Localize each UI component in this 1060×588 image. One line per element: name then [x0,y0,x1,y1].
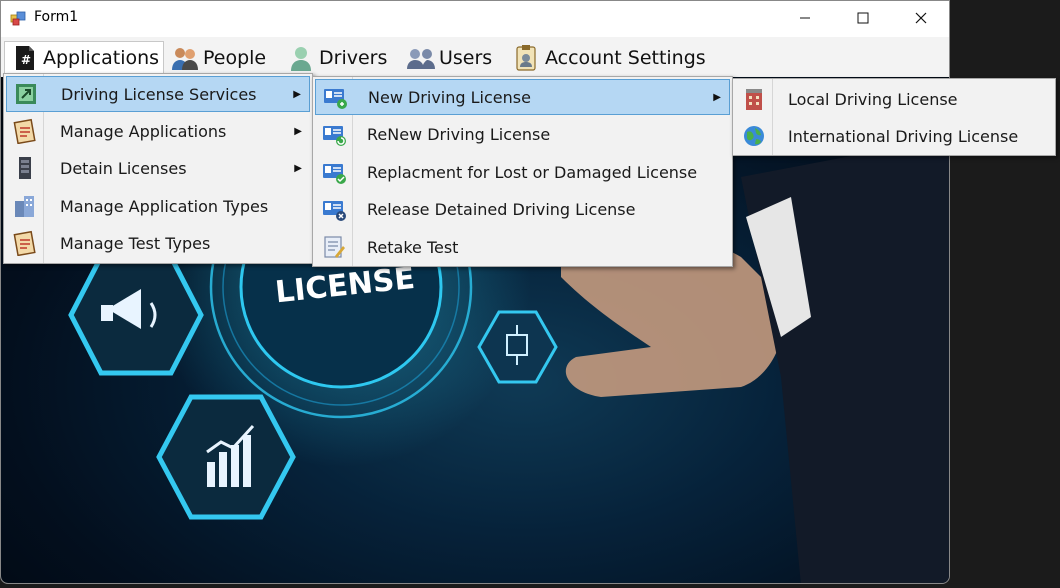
menu-people[interactable]: People [171,41,266,74]
menu-item-label: Retake Test [367,237,459,257]
submenu-arrow-icon: ▶ [294,162,302,174]
users-icon [407,44,435,72]
license-card-icon [323,201,346,221]
menu-account-settings[interactable]: Account Settings [513,41,706,74]
menu-item-label: Release Detained Driving License [367,199,636,219]
svg-text:#: # [21,53,31,67]
close-button[interactable] [892,1,949,35]
menu-item-release-detained-license[interactable]: Release Detained Driving License [315,191,730,227]
maximize-button[interactable] [834,1,892,35]
menu-users[interactable]: Users [407,41,492,74]
app-icon [10,11,26,26]
services-icon [16,84,36,104]
license-card-icon [323,126,346,146]
menu-item-detain-licenses[interactable]: Detain Licenses ▶ [6,150,310,186]
maximize-icon [857,12,869,24]
menu-item-label: International Driving License [788,126,1019,146]
globe-icon [744,126,764,146]
minimize-button[interactable] [776,1,834,35]
menu-drivers-label: Drivers [319,46,388,69]
menu-item-label: Manage Applications [60,121,227,141]
test-types-icon [13,230,36,256]
document-icon: # [11,44,39,72]
menu-item-local-driving-license[interactable]: Local Driving License [735,81,1053,117]
menu-item-driving-license-services[interactable]: Driving License Services ▶ [6,76,310,112]
menu-item-label: Driving License Services [61,84,257,104]
menu-item-label: Local Driving License [788,89,958,109]
menu-applications-label: Applications [43,47,160,69]
menu-item-label: Detain Licenses [60,158,187,178]
license-card-icon [323,164,346,184]
window-title: Form1 [34,9,79,25]
menu-item-manage-applications[interactable]: Manage Applications ▶ [6,113,310,149]
driving-license-services-submenu: New Driving License ▶ ReNew Driving Lice… [312,76,733,267]
new-driving-license-submenu: Local Driving License International Driv… [732,78,1056,156]
menu-bar: # Applications People Drivers Users Acco… [1,37,949,77]
applications-dropdown: Driving License Services ▶ Manage Applic… [3,73,313,264]
menu-drivers[interactable]: Drivers [287,41,387,74]
applications-icon [13,118,36,144]
application-types-icon [15,196,34,217]
menu-item-renew-driving-license[interactable]: ReNew Driving License [315,116,730,152]
menu-item-label: Replacment for Lost or Damaged License [367,162,698,182]
menu-item-label: New Driving License [368,87,531,107]
people-icon [171,44,199,72]
menu-item-replacement-license[interactable]: Replacment for Lost or Damaged License [315,154,730,190]
submenu-arrow-icon: ▶ [294,125,302,137]
minimize-icon [800,17,810,19]
menu-users-label: Users [439,46,493,69]
menu-item-label: Manage Test Types [60,233,211,253]
menu-item-international-driving-license[interactable]: International Driving License [735,118,1053,154]
account-settings-icon [513,44,541,72]
menu-people-label: People [203,46,267,69]
submenu-arrow-icon: ▶ [293,88,301,100]
detain-icon [19,157,31,179]
close-icon [915,12,927,24]
test-icon [324,236,345,258]
menu-account-settings-label: Account Settings [545,46,706,69]
title-bar: Form1 [1,1,949,37]
menu-item-manage-test-types[interactable]: Manage Test Types [6,225,310,261]
driver-icon [287,44,315,72]
menu-item-retake-test[interactable]: Retake Test [315,229,730,265]
menu-applications[interactable]: # Applications [4,41,164,74]
menu-item-label: Manage Application Types [60,196,269,216]
menu-item-new-driving-license[interactable]: New Driving License ▶ [315,79,730,115]
menu-item-label: ReNew Driving License [367,124,551,144]
submenu-arrow-icon: ▶ [713,91,721,103]
license-card-icon [324,89,347,109]
menu-item-manage-application-types[interactable]: Manage Application Types [6,188,310,224]
building-icon [746,89,762,110]
